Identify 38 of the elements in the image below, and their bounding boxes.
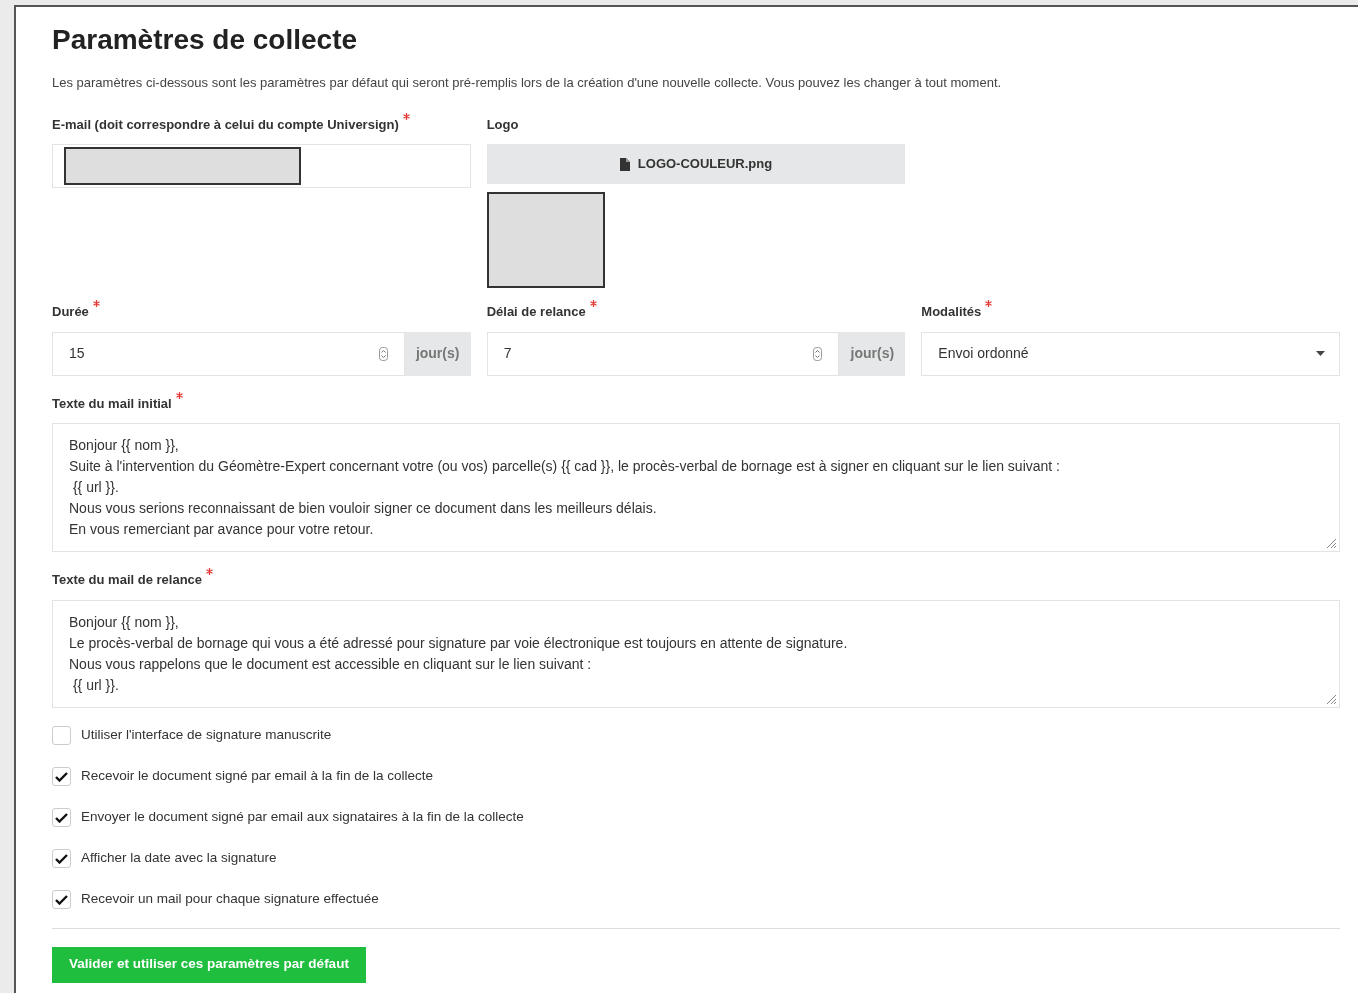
checkbox-label: Utiliser l'interface de signature manuscrite — [81, 726, 332, 745]
field-label: Durée — [52, 303, 89, 321]
check-icon — [55, 812, 68, 823]
spinner-icon[interactable] — [813, 346, 823, 361]
description: Les paramètres ci-dessous sont les paramètres par défaut qui seront pré-remplis lors de la création d'une nouvelle collecte. Vous pouvez les changer à tout moment. — [52, 74, 1003, 92]
field-label: Modalités — [921, 303, 982, 321]
checkbox-label: Afficher la date avec la signature — [81, 849, 277, 868]
checkbox[interactable] — [52, 808, 71, 827]
checkbox[interactable] — [52, 890, 71, 909]
unit-addon: jour(s) — [404, 331, 471, 376]
checkbox-label: Envoyer le document signé par email aux signataires à la fin de la collecte — [81, 808, 524, 827]
checkbox[interactable] — [52, 726, 71, 745]
field-label: E-mail (doit correspondre à celui du compte Universign) — [52, 115, 399, 134]
spinner-icon[interactable] — [378, 346, 388, 361]
field-label: Texte du mail initial — [52, 394, 172, 413]
email-field[interactable] — [52, 144, 471, 188]
field-label: Texte du mail de relance — [52, 571, 203, 589]
check-icon — [55, 771, 68, 782]
select-field[interactable]: Envoi ordonné — [921, 331, 1340, 376]
field-label: Délai de relance — [486, 303, 586, 321]
file-icon — [619, 157, 630, 171]
field-label: Logo — [486, 115, 519, 134]
unit-addon: jour(s) — [839, 331, 906, 376]
resize-handle-icon[interactable] — [1325, 692, 1337, 705]
message-textarea[interactable]: Bonjour {{ nom }}, Suite à l'intervention du Géomètre-Expert concernant votre (ou vos) parcelle(s) {{ cad }}, le procès-verbal de bornage est à signer en cliquant sur le lien suivant : {{ url }}. Nous vous serions reconnaissant de bien vouloir signer ce document dans les meilleurs délais. En vous remerciant par avance pour votre retour. — [52, 423, 1340, 552]
checkbox[interactable] — [52, 767, 71, 786]
checkbox-label: Recevoir le document signé par email à la fin de la collecte — [81, 767, 433, 786]
resize-handle-icon[interactable] — [1325, 537, 1337, 549]
check-icon — [55, 894, 68, 905]
caret-icon — [1316, 351, 1325, 356]
check-icon — [55, 853, 68, 864]
checkbox-label: Recevoir un mail pour chaque signature effectuée — [81, 890, 379, 909]
page-title: Paramètres de collecte — [52, 23, 359, 57]
checkbox[interactable] — [52, 849, 71, 868]
number-field[interactable]: 7 — [486, 331, 840, 376]
file-upload-button[interactable]: LOGO-COULEUR.png — [486, 144, 906, 184]
number-field[interactable]: 15 — [52, 331, 405, 376]
message-textarea[interactable]: Bonjour {{ nom }}, Le procès-verbal de bornage qui vous a été adressé pour signature par voie électronique est toujours en attente de signature. Nous vous rappelons que le document est accessible en cliquant sur le lien suivant : {{ url }}. — [52, 599, 1340, 708]
